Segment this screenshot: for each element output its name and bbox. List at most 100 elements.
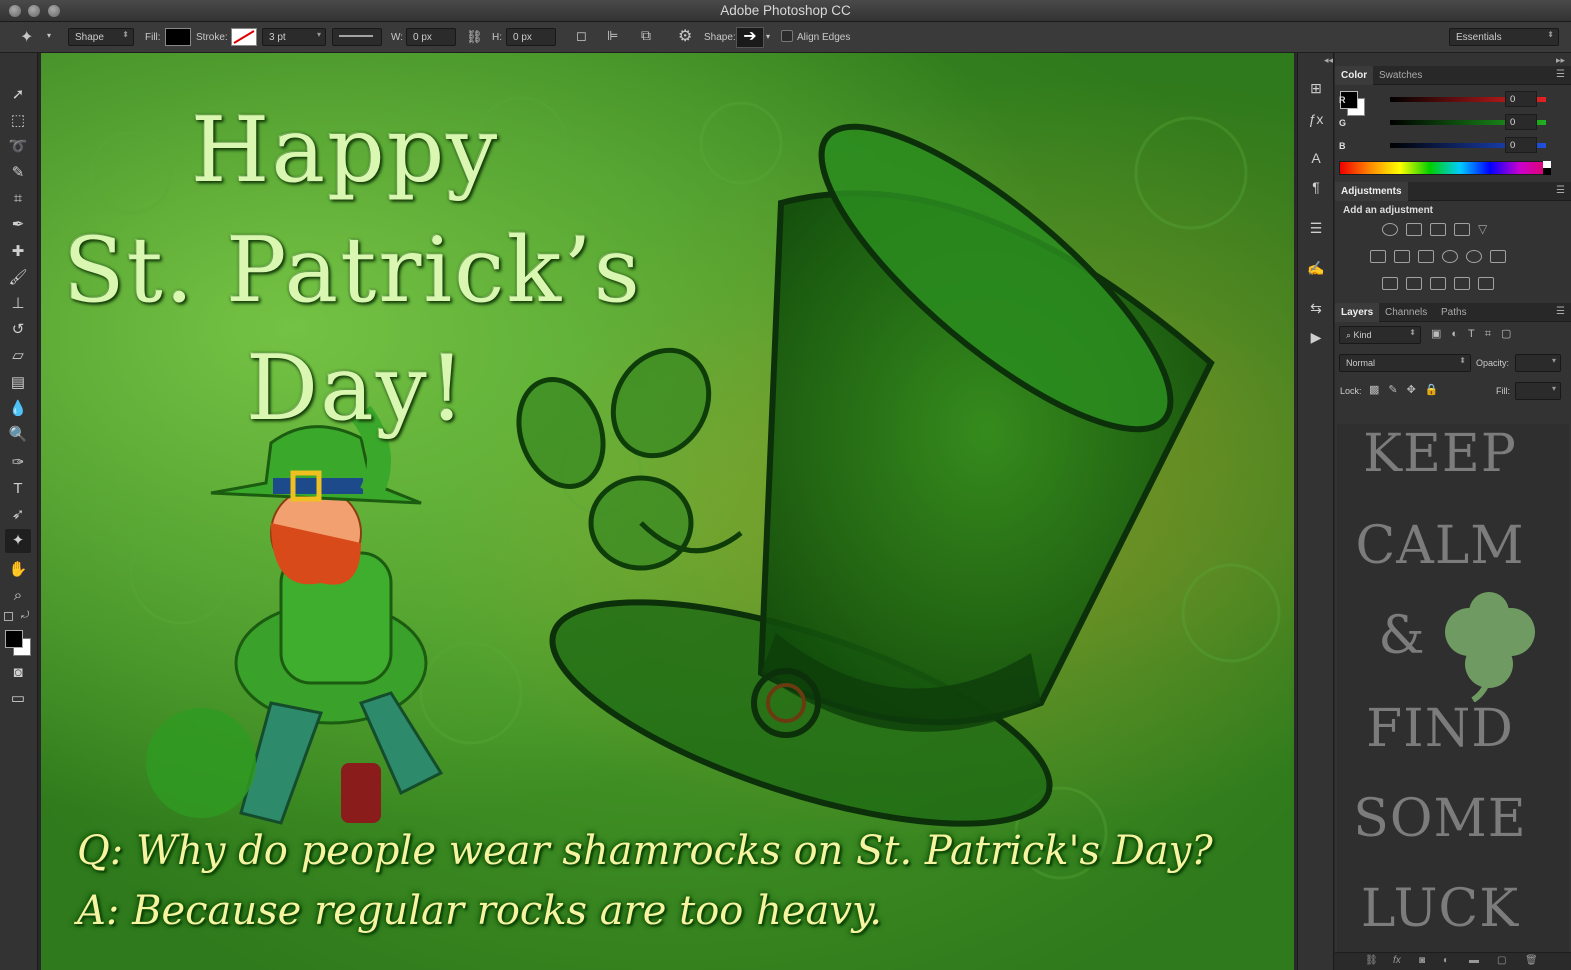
tab-color[interactable]: Color <box>1335 66 1374 85</box>
panel-menu-icon[interactable]: ☰ <box>1556 69 1565 80</box>
red-channel[interactable]: R 0 <box>1335 91 1571 113</box>
threshold-icon[interactable] <box>1430 277 1446 290</box>
fill-swatch[interactable] <box>165 28 191 46</box>
dodge-tool-icon[interactable]: 🔍 <box>5 423 31 447</box>
tool-mode-select[interactable]: Shape ⬍ <box>68 28 134 46</box>
green-channel[interactable]: G 0 <box>1335 114 1571 136</box>
eyedropper-tool-icon[interactable]: ✒ <box>5 213 31 237</box>
adjustment-layer-icon[interactable]: ◐ <box>1443 955 1449 966</box>
default-colors-icon[interactable] <box>4 612 13 621</box>
document-canvas[interactable]: Happy St. Patrick’s Day! Q: Why do peopl… <box>41 53 1294 970</box>
red-channel-value[interactable]: 0 <box>1505 91 1537 107</box>
blend-mode-select[interactable]: Normal ⬍ <box>1339 354 1471 372</box>
new-layer-icon[interactable]: ▢ <box>1497 955 1506 966</box>
channel-mixer-icon[interactable] <box>1466 250 1482 263</box>
tab-channels[interactable]: Channels <box>1379 303 1433 322</box>
quick-mask-icon[interactable]: ◙ <box>5 661 31 685</box>
hand-tool-icon[interactable]: ✋ <box>5 558 31 582</box>
actions-play-icon[interactable]: ▶ <box>1305 326 1327 348</box>
gear-icon[interactable]: ⚙ <box>678 26 692 46</box>
lasso-tool-icon[interactable]: ➰ <box>5 135 31 159</box>
blue-channel[interactable]: B 0 <box>1335 137 1571 159</box>
pen-tool-icon[interactable]: ✑ <box>5 451 31 475</box>
color-balance-icon[interactable] <box>1394 250 1410 263</box>
hue-saturation-icon[interactable] <box>1370 250 1386 263</box>
link-layers-icon[interactable]: ⛓ <box>1365 955 1378 966</box>
screen-mode-icon[interactable]: ▭ <box>5 687 31 711</box>
stroke-type-select[interactable] <box>332 28 382 46</box>
clone-stamp-tool-icon[interactable]: ⊥ <box>5 292 31 316</box>
layer-style-icon[interactable]: fx <box>1393 955 1401 966</box>
brush-tool-icon[interactable]: 🖌 <box>5 266 31 290</box>
black-white-icon[interactable] <box>1418 250 1434 263</box>
exposure-icon[interactable] <box>1454 223 1470 236</box>
collapse-dock-icon[interactable]: ◂◂ <box>1324 55 1333 66</box>
width-field[interactable]: 0 px <box>406 28 456 46</box>
photo-filter-icon[interactable] <box>1442 250 1458 263</box>
gradient-tool-icon[interactable]: ▤ <box>5 371 31 395</box>
paragraph-panel-icon[interactable]: ¶ <box>1305 176 1327 198</box>
stroke-swatch[interactable] <box>231 28 257 46</box>
shape-picker-arrow-icon[interactable]: ➔ <box>736 27 764 48</box>
clone-source-panel-icon[interactable]: ⇆ <box>1305 297 1327 319</box>
trash-icon[interactable]: 🗑 <box>1525 955 1538 966</box>
invert-icon[interactable] <box>1382 277 1398 290</box>
tab-swatches[interactable]: Swatches <box>1373 66 1428 85</box>
properties-panel-icon[interactable]: ☰ <box>1305 217 1327 239</box>
path-arrangement-icon[interactable]: ⧉ <box>641 27 651 44</box>
workspace-select[interactable]: Essentials ⬍ <box>1449 28 1559 46</box>
history-brush-tool-icon[interactable]: ↺ <box>5 318 31 342</box>
brightness-contrast-icon[interactable] <box>1382 223 1398 236</box>
path-alignment-icon[interactable]: ⊫ <box>607 28 618 44</box>
zoom-tool-icon[interactable]: ⌕ <box>5 584 31 608</box>
curves-icon[interactable] <box>1430 223 1446 236</box>
custom-shape-tool-icon[interactable]: ✦ <box>5 529 31 553</box>
foreground-color-swatch[interactable] <box>5 630 23 648</box>
new-group-icon[interactable]: ▬ <box>1469 955 1479 966</box>
spectrum-black-chip[interactable] <box>1543 168 1551 175</box>
stroke-width-field[interactable]: 3 pt ▾ <box>262 28 326 46</box>
character-panel-icon[interactable]: A <box>1305 147 1327 169</box>
shape-picker-chevron-icon[interactable]: ▾ <box>766 32 770 41</box>
type-tool-icon[interactable]: T <box>5 477 31 501</box>
swap-colors-icon[interactable]: ⤾ <box>21 610 29 621</box>
move-tool-icon[interactable]: ➚ <box>5 83 31 107</box>
green-channel-value[interactable]: 0 <box>1505 114 1537 130</box>
color-spectrum[interactable] <box>1339 161 1551 175</box>
tab-paths[interactable]: Paths <box>1435 303 1473 322</box>
eraser-tool-icon[interactable]: ▱ <box>5 344 31 368</box>
gradient-map-icon[interactable] <box>1478 277 1494 290</box>
layer-filter-select[interactable]: ⌕ Kind ⬍ <box>1339 326 1421 344</box>
healing-brush-tool-icon[interactable]: ✚ <box>5 240 31 264</box>
crop-tool-icon[interactable]: ⌗ <box>5 187 31 211</box>
adjustments-menu-icon[interactable]: ☰ <box>1556 185 1565 196</box>
custom-shape-tool-icon[interactable]: ✦ <box>20 27 33 47</box>
tab-adjustments[interactable]: Adjustments <box>1335 182 1408 201</box>
history-panel-icon[interactable]: ⊞ <box>1305 77 1327 99</box>
posterize-icon[interactable] <box>1406 277 1422 290</box>
selective-color-icon[interactable] <box>1454 277 1470 290</box>
styles-panel-icon[interactable]: ƒx <box>1305 108 1327 130</box>
spectrum-white-chip[interactable] <box>1543 161 1551 168</box>
link-icon[interactable]: ⛓ <box>466 29 483 45</box>
color-lookup-icon[interactable] <box>1490 250 1506 263</box>
brush-presets-panel-icon[interactable]: ✍ <box>1305 257 1327 279</box>
tab-layers[interactable]: Layers <box>1335 303 1380 322</box>
opacity-field[interactable]: ▾ <box>1515 354 1561 372</box>
layers-menu-icon[interactable]: ☰ <box>1556 306 1565 317</box>
expand-panels-icon[interactable]: ▸▸ <box>1556 55 1565 66</box>
path-selection-tool-icon[interactable]: ➶ <box>5 503 31 527</box>
align-edges-checkbox[interactable] <box>781 30 793 42</box>
vibrance-icon[interactable]: ▽ <box>1478 223 1494 236</box>
tool-preset-dropdown-icon[interactable]: ▾ <box>47 31 51 40</box>
height-field[interactable]: 0 px <box>506 28 556 46</box>
path-operations-icon[interactable]: ◻ <box>576 28 587 44</box>
layer-mask-icon[interactable]: ◙ <box>1419 955 1425 966</box>
quick-selection-tool-icon[interactable]: ✎ <box>5 161 31 185</box>
blue-channel-value[interactable]: 0 <box>1505 137 1537 153</box>
marquee-tool-icon[interactable]: ⬚ <box>5 109 31 133</box>
levels-icon[interactable] <box>1406 223 1422 236</box>
blur-tool-icon[interactable]: 💧 <box>5 397 31 421</box>
lock-icons[interactable]: ▩✎✥🔒 <box>1369 383 1448 396</box>
fill-field[interactable]: ▾ <box>1515 382 1561 400</box>
